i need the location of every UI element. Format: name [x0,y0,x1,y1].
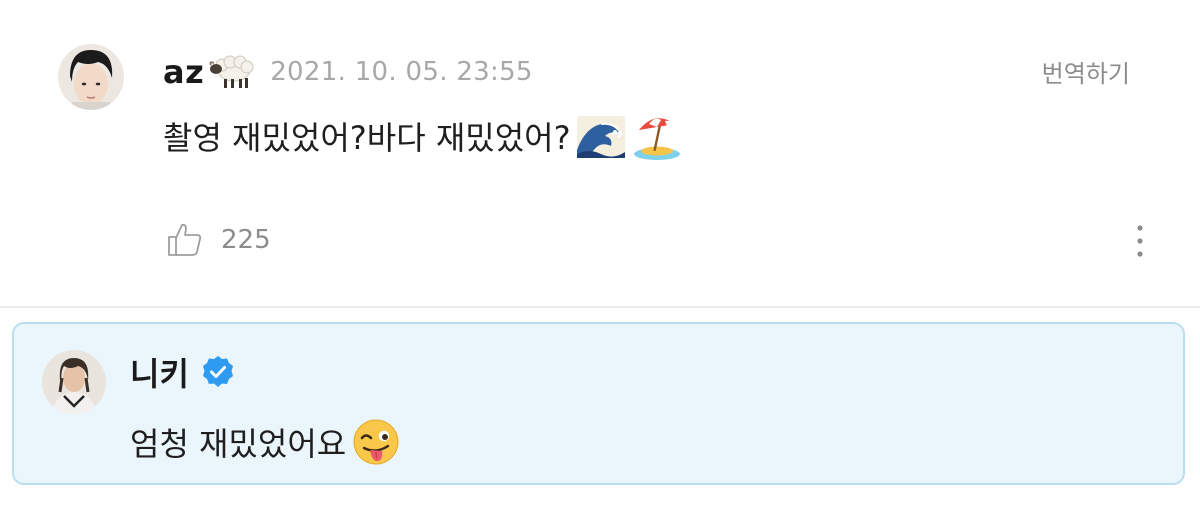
reply-header: 니키 [130,350,235,394]
comment-body: 촬영 재밌었어?바다 재밌었어? [163,108,683,164]
sheep-icon [208,54,256,90]
translate-button[interactable]: 번역하기 [1042,54,1130,89]
thumbs-up-icon[interactable] [165,220,205,260]
like-count: 225 [221,225,271,255]
comment-header: az 2021. 10. 05. 23:55 [163,50,533,94]
comment-timestamp: 2021. 10. 05. 23:55 [270,57,533,87]
reply-text: 엄청 재밌었어요 [130,425,347,463]
divider [0,306,1200,308]
beach-umbrella-icon [631,110,683,162]
replier-avatar[interactable] [42,350,106,414]
winking-tongue-face-icon [350,416,402,468]
comment-text: 촬영 재밌었어?바다 재밌었어? [163,119,571,157]
commenter-name[interactable]: az [163,53,204,91]
more-options-icon[interactable] [1128,222,1152,260]
like-row: 225 [165,218,271,262]
commenter-avatar[interactable] [58,44,124,110]
water-wave-icon [575,110,627,162]
artist-reply: 니키 엄청 재밌었어요 [12,322,1185,485]
reply-body: 엄청 재밌었어요 [130,414,402,470]
comment-item: az 2021. 10. 05. 23:55 번역하기 촬영 재밌었어?바다 재… [0,0,1200,306]
verified-badge-icon [201,355,235,389]
replier-name[interactable]: 니키 [130,349,189,395]
